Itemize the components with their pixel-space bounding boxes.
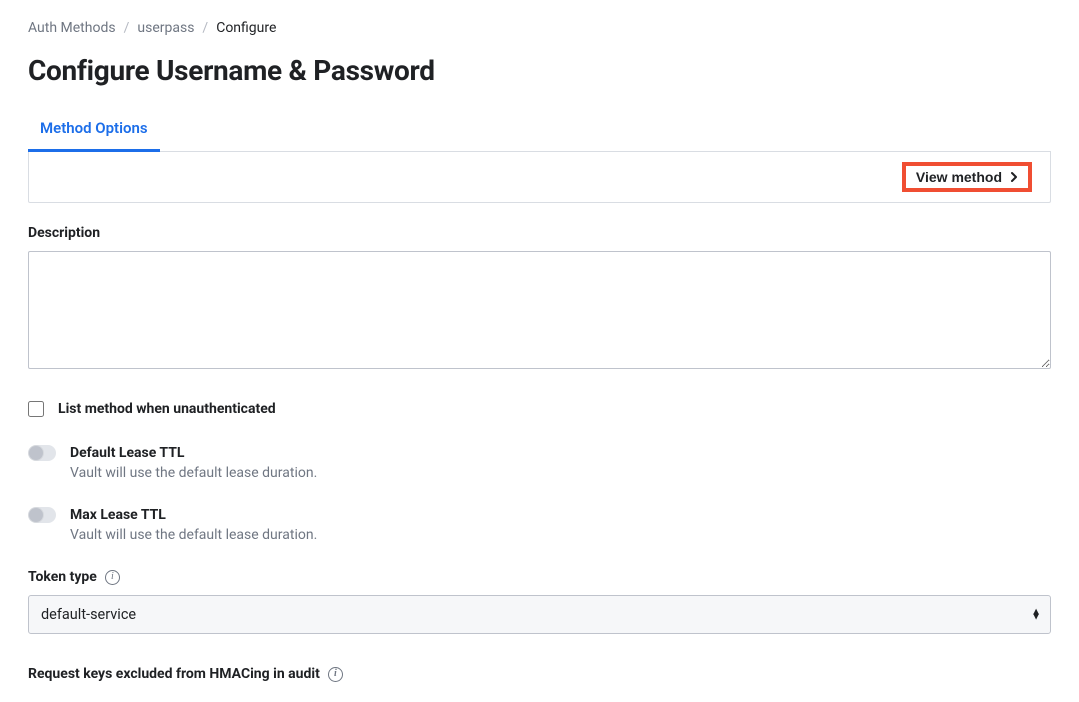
breadcrumb-separator: /: [202, 20, 208, 36]
breadcrumb-auth-methods[interactable]: Auth Methods: [28, 20, 116, 36]
breadcrumb-configure: Configure: [216, 20, 276, 36]
audit-keys-label: Request keys excluded from HMACing in au…: [28, 666, 1051, 682]
info-icon[interactable]: i: [328, 667, 343, 682]
view-method-label: View method: [916, 169, 1002, 185]
breadcrumb-userpass[interactable]: userpass: [137, 20, 194, 36]
max-lease-ttl-label: Max Lease TTL: [70, 507, 166, 523]
default-lease-ttl-toggle[interactable]: [28, 445, 56, 461]
description-input[interactable]: [28, 251, 1051, 369]
token-type-select[interactable]: default-service: [28, 595, 1051, 634]
info-icon[interactable]: i: [105, 570, 120, 585]
breadcrumb-separator: /: [124, 20, 130, 36]
tab-method-options[interactable]: Method Options: [28, 109, 160, 152]
view-method-highlight: View method: [902, 162, 1032, 192]
list-unauth-checkbox[interactable]: [28, 401, 44, 417]
default-lease-ttl-help: Vault will use the default lease duratio…: [70, 465, 1051, 481]
max-lease-ttl-help: Vault will use the default lease duratio…: [70, 527, 1051, 543]
page-title: Configure Username & Password: [28, 54, 1051, 87]
view-method-button[interactable]: View method: [916, 169, 1018, 185]
description-label: Description: [28, 225, 1051, 241]
list-unauth-label: List method when unauthenticated: [58, 401, 276, 417]
breadcrumb: Auth Methods / userpass / Configure: [28, 20, 1051, 36]
default-lease-ttl-label: Default Lease TTL: [70, 445, 184, 461]
chevron-right-icon: [1010, 171, 1018, 183]
token-type-label: Token type: [28, 569, 97, 585]
toolbar: View method: [28, 152, 1051, 203]
max-lease-ttl-toggle[interactable]: [28, 507, 56, 523]
tabs: Method Options: [28, 109, 1051, 152]
